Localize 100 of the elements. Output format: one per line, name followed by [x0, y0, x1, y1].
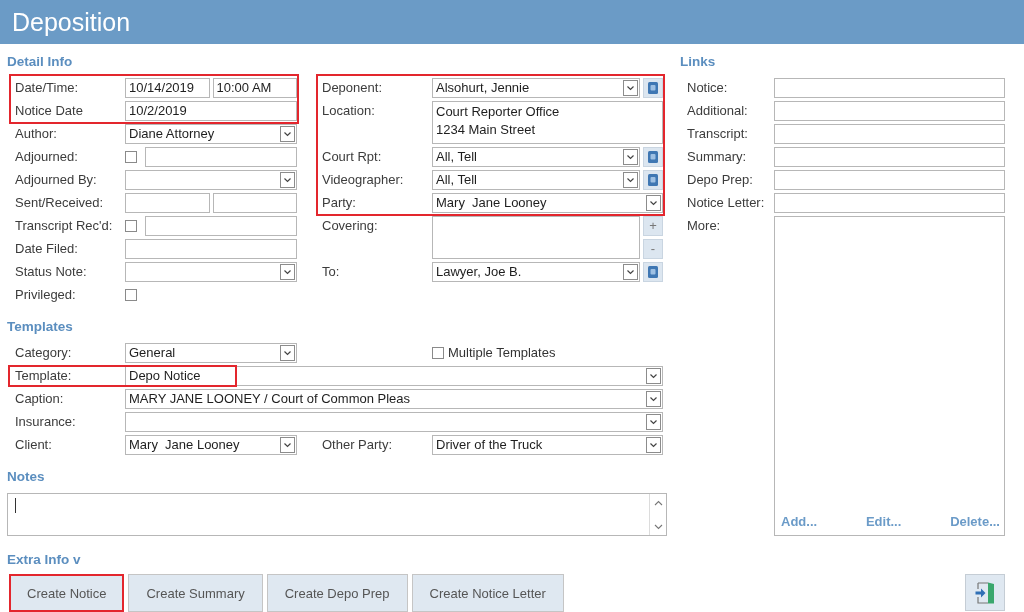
lookup-button[interactable] [643, 78, 663, 98]
input-field[interactable] [125, 239, 297, 259]
field-label: Adjourned By: [15, 171, 97, 189]
field-label: Adjourned: [15, 148, 78, 166]
chevron-down-icon[interactable] [280, 345, 295, 361]
chevron-down-icon[interactable] [280, 264, 295, 280]
dropdown[interactable]: Mary Jane Looney [432, 193, 663, 213]
field-label: Status Note: [15, 263, 87, 281]
chevron-down-icon[interactable] [646, 414, 661, 430]
field-label: Transcript Rec'd: [15, 217, 113, 235]
input-field[interactable] [774, 78, 1005, 98]
input-field[interactable] [774, 124, 1005, 144]
chevron-down-icon[interactable] [646, 368, 661, 384]
chevron-down-icon[interactable] [623, 264, 638, 280]
card-icon [648, 266, 658, 278]
field-label: Author: [15, 125, 57, 143]
field-label: Category: [15, 344, 72, 362]
input-field[interactable]: 10:00 AM [212, 78, 297, 98]
field-label: Other Party: [322, 436, 393, 454]
notes-field[interactable] [7, 493, 667, 536]
chevron-down-icon[interactable] [646, 437, 661, 453]
field-label: To: [322, 263, 340, 281]
field-label: Notice Letter: [687, 194, 765, 212]
field-label: Transcript: [687, 125, 748, 143]
input-field[interactable] [145, 147, 297, 167]
action-button[interactable]: Create Notice Letter [411, 574, 564, 612]
checkbox[interactable] [125, 220, 137, 232]
input-field[interactable] [774, 193, 1005, 213]
field-label: Summary: [687, 148, 747, 166]
chevron-down-icon[interactable] [646, 195, 661, 211]
field-label: Privileged: [15, 286, 76, 304]
card-icon [648, 151, 658, 163]
dropdown[interactable] [125, 412, 663, 432]
lookup-button[interactable] [643, 147, 663, 167]
checkbox[interactable] [432, 347, 444, 359]
window-title: Deposition [12, 7, 131, 37]
input-field[interactable] [774, 147, 1005, 167]
dropdown[interactable]: Mary Jane Looney [125, 435, 297, 455]
dropdown[interactable]: Lawyer, Joe B. [432, 262, 640, 282]
checkbox[interactable] [125, 151, 137, 163]
field-label: Date/Time: [15, 79, 79, 97]
dropdown[interactable]: Diane Attorney [125, 124, 297, 144]
field-label: Party: [322, 194, 356, 212]
chevron-down-icon[interactable] [653, 524, 663, 530]
dropdown[interactable]: General [125, 343, 297, 363]
field-label: Insurance: [15, 413, 76, 431]
field-label: Notice Date [15, 102, 83, 120]
input-field[interactable] [145, 216, 297, 236]
field-label: Videographer: [322, 171, 404, 189]
dropdown[interactable] [125, 170, 297, 190]
field-label: Location: [322, 102, 375, 120]
input-field[interactable]: 10/14/2019 [125, 78, 210, 98]
field-label: Covering: [322, 217, 378, 235]
field-label: More: [687, 217, 721, 235]
field-label: Template: [15, 367, 72, 385]
field-label: Notice: [687, 79, 728, 97]
exit-button[interactable] [965, 574, 1005, 611]
card-icon [648, 174, 658, 186]
dropdown[interactable] [125, 262, 297, 282]
dropdown[interactable]: All, Tell [432, 170, 640, 190]
input-field[interactable]: 10/2/2019 [125, 101, 297, 121]
text-area[interactable]: Court Reporter Office 1234 Main Street [432, 101, 663, 144]
door-arrow-icon [975, 581, 995, 604]
input-field[interactable] [774, 170, 1005, 190]
action-button[interactable]: Create Depo Prep [266, 574, 408, 612]
field-label: Client: [15, 436, 52, 454]
remove-button[interactable]: - [643, 239, 663, 259]
lookup-button[interactable] [643, 170, 663, 190]
field-label: Date Filed: [15, 240, 78, 258]
dropdown[interactable]: MARY JANE LOONEY / Court of Common Pleas [125, 389, 663, 409]
input-field[interactable] [774, 101, 1005, 121]
chevron-up-icon[interactable] [653, 500, 663, 506]
lookup-button[interactable] [643, 262, 663, 282]
list-field[interactable] [432, 216, 640, 259]
section-heading: Notes [7, 469, 45, 485]
section-heading: Detail Info [7, 54, 73, 70]
chevron-down-icon[interactable] [280, 126, 295, 142]
dropdown[interactable]: Driver of the Truck [432, 435, 663, 455]
field-label: Sent/Received: [15, 194, 104, 212]
dropdown[interactable]: Depo Notice [125, 366, 663, 386]
chevron-down-icon[interactable] [280, 172, 295, 188]
field-label: Depo Prep: [687, 171, 753, 189]
action-button[interactable]: Create Notice [9, 574, 125, 612]
input-field[interactable] [212, 193, 297, 213]
chevron-down-icon[interactable] [646, 391, 661, 407]
input-field[interactable] [125, 193, 210, 213]
field-label: Caption: [15, 390, 64, 408]
checkbox[interactable] [125, 289, 137, 301]
field-label: Additional: [687, 102, 748, 120]
chevron-down-icon[interactable] [623, 80, 638, 96]
section-heading: Templates [7, 319, 73, 335]
text-cursor-icon [15, 498, 16, 513]
dropdown[interactable]: Alsohurt, Jennie [432, 78, 640, 98]
add-button[interactable]: + [643, 216, 663, 236]
chevron-down-icon[interactable] [623, 149, 638, 165]
chevron-down-icon[interactable] [623, 172, 638, 188]
chevron-down-icon[interactable] [280, 437, 295, 453]
dropdown[interactable]: All, Tell [432, 147, 640, 167]
action-button[interactable]: Create Summary [128, 574, 263, 612]
checkbox-label[interactable]: Multiple Templates [448, 343, 556, 363]
